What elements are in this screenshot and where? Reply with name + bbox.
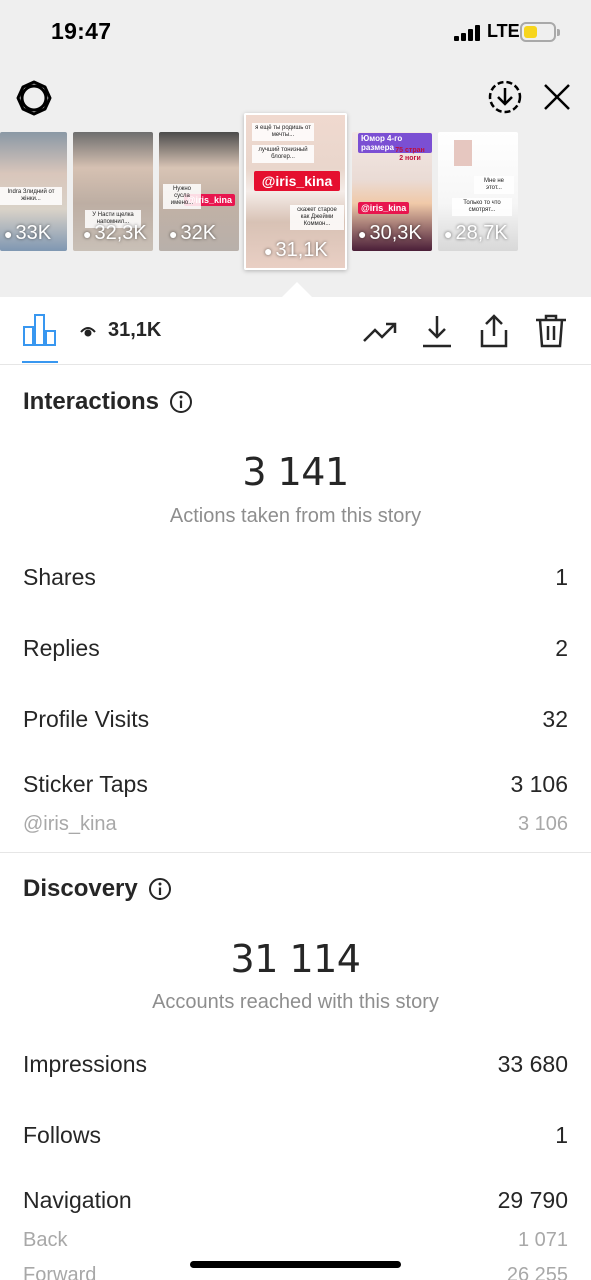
share-icon[interactable]: [476, 313, 512, 349]
trend-icon[interactable]: [362, 313, 398, 349]
discovery-total: 31 114: [230, 937, 361, 981]
story-thumbnail[interactable]: У Насти щелкa напомнил... ● 32,3K: [73, 132, 153, 251]
save-icon[interactable]: [487, 79, 523, 115]
close-icon[interactable]: [540, 80, 574, 114]
views-count: 31,1K: [108, 319, 162, 341]
interactions-caption: Actions taken from this story: [169, 505, 422, 527]
discovery-caption: Accounts reached with this story: [152, 991, 439, 1013]
metric-row-navigation: Navigation 29 790: [23, 1187, 568, 1213]
story-thumbnail[interactable]: Юмор 4-го размера 75 стран 2 ноги @iris_…: [352, 132, 432, 251]
status-bar: 19:47 LTE: [0, 0, 591, 66]
interactions-title: Interactions: [23, 388, 193, 416]
info-icon[interactable]: [169, 390, 193, 414]
metric-row-profile-visits: Profile Visits 32: [23, 706, 568, 732]
signal-icon: [454, 25, 480, 41]
story-thumbnail[interactable]: Мне не этот... Только то что смотрят... …: [438, 132, 518, 251]
metric-row-follows: Follows 1: [23, 1122, 568, 1148]
status-time: 19:47: [51, 18, 112, 44]
metric-subrow-back: Back 1 071: [23, 1229, 568, 1251]
interactions-total: 3 141: [242, 450, 349, 494]
eye-icon: [80, 327, 96, 337]
home-indicator[interactable]: [190, 1261, 401, 1268]
active-tab-indicator: [22, 361, 58, 363]
metric-row-replies: Replies 2: [23, 635, 568, 661]
selected-pointer: [282, 282, 312, 297]
story-thumbnail[interactable]: Indra Злидний от жінки... ● 33K: [0, 132, 67, 251]
trash-icon[interactable]: [533, 313, 569, 349]
discovery-title: Discovery: [23, 875, 172, 903]
metric-row-sticker-taps: Sticker Taps 3 106: [23, 771, 568, 797]
bar-chart-icon[interactable]: [22, 313, 58, 346]
network-label: LTE: [487, 21, 520, 41]
battery-icon: [520, 22, 560, 42]
settings-icon[interactable]: [16, 80, 52, 116]
download-icon[interactable]: [419, 313, 455, 349]
story-thumbnail-selected[interactable]: я ещё ты родишь от мечты... лучший тониз…: [244, 113, 347, 270]
section-divider: [0, 852, 591, 853]
metric-subrow-sticker-handle: @iris_kina 3 106: [23, 813, 568, 835]
story-thumbnail[interactable]: @iris_kina Нужно сусла имено... ● 32K: [159, 132, 239, 251]
story-thumbnails[interactable]: Indra Злидний от жінки... ● 33K У Насти щ…: [0, 113, 591, 288]
insights-toolbar: 31,1K: [0, 297, 591, 365]
metric-row-impressions: Impressions 33 680: [23, 1051, 568, 1077]
metric-row-shares: Shares 1: [23, 564, 568, 590]
info-icon[interactable]: [148, 877, 172, 901]
